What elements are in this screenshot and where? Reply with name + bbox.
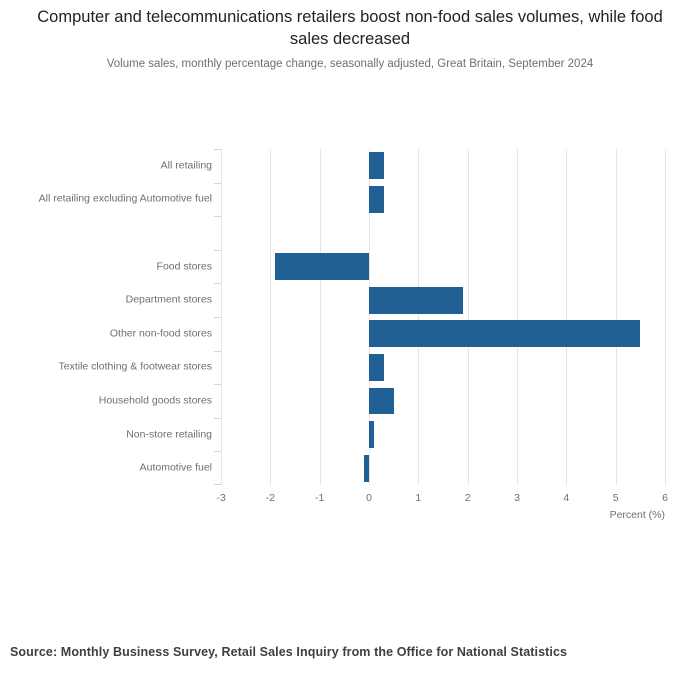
- x-tick-label: -3: [216, 492, 226, 504]
- bar: [369, 185, 384, 213]
- y-category-label: Other non-food stores: [109, 327, 212, 340]
- y-category-label: Automotive fuel: [139, 461, 212, 474]
- y-axis-tick: [214, 384, 221, 385]
- x-tick-label: -1: [314, 492, 325, 504]
- x-tick-label: 3: [514, 492, 520, 504]
- y-axis-cap-bottom: [214, 484, 221, 485]
- bar: [369, 152, 384, 180]
- gridline-neg2: [270, 149, 272, 485]
- y-axis-tick: [214, 216, 221, 217]
- gridline-4: [566, 149, 568, 485]
- y-category-label: All retailing excluding Automotive fuel: [38, 192, 212, 205]
- y-axis-tick: [214, 351, 221, 352]
- bar: [275, 253, 369, 281]
- gridline-6: [665, 149, 666, 485]
- y-axis-tick: [214, 451, 221, 452]
- x-tick-label: 5: [612, 492, 619, 504]
- gridline-1: [418, 149, 420, 485]
- y-axis-cap-top: [214, 149, 221, 150]
- x-tick-label: 4: [563, 492, 570, 504]
- gridline-2: [467, 149, 469, 485]
- gridline-3: [517, 149, 518, 485]
- y-axis-tick: [214, 183, 221, 184]
- x-tick-label: -2: [265, 492, 275, 504]
- y-category-label: Department stores: [125, 293, 212, 306]
- plot-wrapper: All retailing All retailing excluding Aut…: [0, 0, 700, 682]
- x-tick-label: 0: [366, 492, 372, 504]
- x-tick-label: 6: [662, 492, 668, 504]
- y-category-label: Food stores: [156, 260, 212, 273]
- x-axis-title: Percent (%): [609, 509, 665, 521]
- bar: [369, 286, 463, 314]
- bar: [369, 421, 374, 449]
- bar: [369, 387, 394, 415]
- gridline-neg3: [221, 149, 222, 485]
- gridline-5: [615, 149, 617, 485]
- gridline-neg1: [319, 149, 321, 485]
- x-tick-label: 2: [464, 492, 471, 504]
- y-axis-tick: [214, 317, 221, 318]
- chart-figure: Computer and telecommunications retailer…: [0, 0, 700, 682]
- bar: [369, 353, 384, 381]
- y-axis-tick: [214, 283, 221, 284]
- y-axis-tick: [214, 418, 221, 419]
- y-category-label: Textile clothing & footwear stores: [58, 360, 213, 373]
- y-category-label: All retailing: [160, 159, 212, 172]
- y-category-label: Household goods stores: [98, 394, 212, 407]
- x-tick-label: 1: [415, 492, 422, 504]
- y-axis-tick: [214, 250, 221, 251]
- bar: [369, 320, 641, 348]
- y-category-label: Non-store retailing: [126, 428, 212, 441]
- source-note: Source: Monthly Business Survey, Retail …: [10, 645, 568, 659]
- bar: [364, 454, 369, 482]
